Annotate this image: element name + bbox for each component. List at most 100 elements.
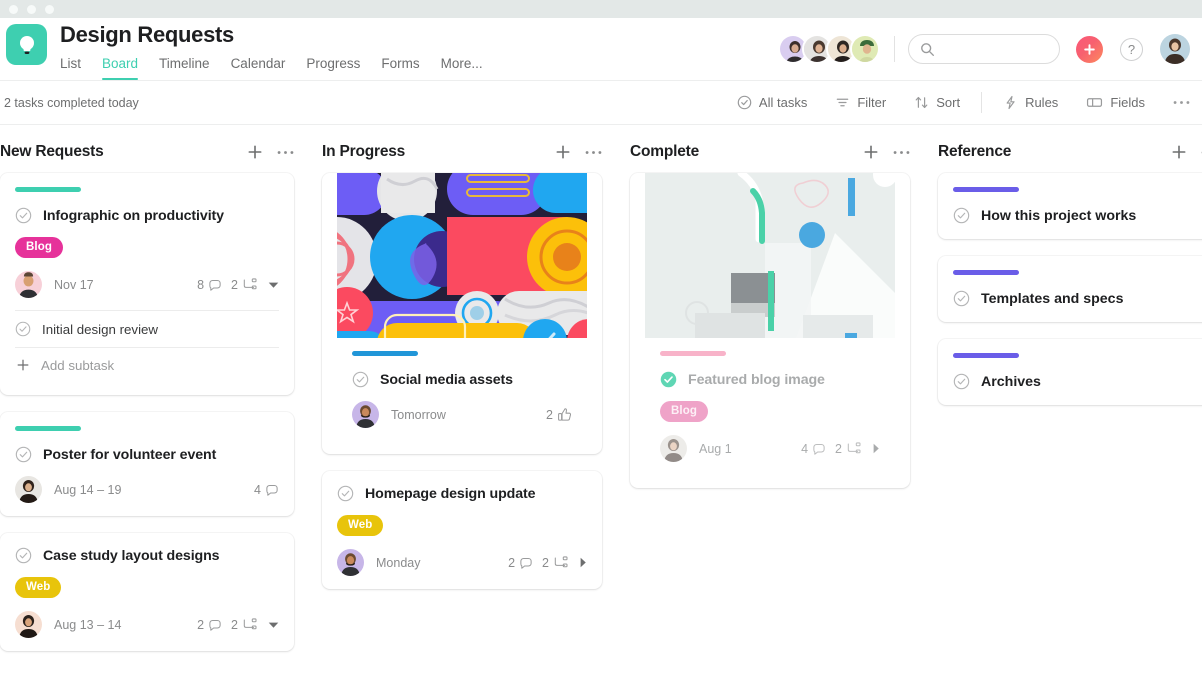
subtask-row[interactable]: Initial design review — [15, 311, 279, 348]
task-tag[interactable]: Blog — [15, 237, 63, 258]
assignee-avatar[interactable] — [15, 271, 42, 298]
sort-icon — [914, 95, 929, 110]
subtask-count[interactable]: 2 — [231, 278, 257, 292]
caret-right-icon[interactable] — [872, 443, 880, 454]
fields-label: Fields — [1110, 95, 1145, 110]
subtask-count[interactable]: 2 — [231, 618, 257, 632]
assignee-avatar[interactable] — [660, 435, 687, 462]
subtask-count[interactable]: 2 — [542, 556, 568, 570]
current-user-avatar[interactable] — [1160, 34, 1190, 64]
help-button[interactable]: ? — [1120, 37, 1143, 61]
task-tag[interactable]: Web — [337, 515, 384, 536]
plus-icon — [15, 358, 30, 372]
subtask-icon — [242, 278, 257, 291]
complete-task-icon[interactable] — [352, 371, 369, 388]
task-title: Infographic on productivity — [43, 207, 224, 224]
rules-label: Rules — [1025, 95, 1059, 110]
window-maximize-dot[interactable] — [45, 4, 54, 14]
assignee-avatar[interactable] — [15, 476, 42, 503]
task-date: Aug 13 – 14 — [54, 617, 122, 632]
task-card[interactable]: Case study layout designs Web Aug 13 – 1… — [0, 533, 294, 651]
task-card[interactable]: Social media assets Tomorrow 2 — [322, 173, 602, 454]
caret-down-icon[interactable] — [268, 281, 279, 289]
comment-icon — [519, 556, 533, 570]
comment-count[interactable]: 4 — [801, 442, 826, 456]
task-tag[interactable]: Web — [15, 577, 62, 598]
page-title: Design Requests — [60, 22, 234, 47]
complete-task-icon[interactable] — [953, 373, 970, 390]
caret-right-icon[interactable] — [579, 557, 587, 568]
project-color-bar — [953, 270, 1019, 275]
add-subtask-row[interactable]: Add subtask — [15, 348, 279, 382]
add-button[interactable] — [1076, 35, 1103, 63]
column-header: New Requests — [0, 125, 294, 173]
column-add-task-button[interactable] — [247, 144, 263, 160]
column-menu-button[interactable] — [893, 150, 910, 155]
sort-button[interactable]: Sort — [906, 90, 968, 115]
search-input[interactable] — [908, 34, 1102, 64]
subtask-count[interactable]: 2 — [835, 442, 861, 456]
task-title: Featured blog image — [688, 371, 825, 388]
column-menu-button[interactable] — [277, 150, 294, 155]
task-card-completed[interactable]: Featured blog image Blog Aug 1 4 2 — [630, 173, 910, 488]
task-card[interactable]: Infographic on productivity Blog Nov 17 … — [0, 173, 294, 395]
task-title: Social media assets — [380, 371, 513, 388]
task-date: Nov 17 — [54, 277, 94, 292]
column-add-task-button[interactable] — [1171, 144, 1187, 160]
thumbsup-icon — [557, 407, 572, 422]
avatar[interactable] — [850, 34, 880, 64]
comment-count[interactable]: 2 — [508, 556, 533, 570]
rules-button[interactable]: Rules — [995, 90, 1066, 115]
column-menu-button[interactable] — [585, 150, 602, 155]
assignee-avatar[interactable] — [337, 549, 364, 576]
task-cover-image — [645, 173, 895, 338]
tab-progress[interactable]: Progress — [306, 53, 360, 80]
task-card[interactable]: Homepage design update Web Monday 2 2 — [322, 471, 602, 589]
column-add-task-button[interactable] — [555, 144, 571, 160]
comment-count[interactable]: 8 — [197, 278, 222, 292]
tab-forms[interactable]: Forms — [381, 53, 419, 80]
sort-label: Sort — [936, 95, 961, 110]
assignee-avatar[interactable] — [15, 611, 42, 638]
tab-more[interactable]: More... — [441, 53, 483, 80]
tab-list[interactable]: List — [60, 53, 81, 80]
toolbar-overflow-button[interactable] — [1165, 95, 1192, 110]
member-avatar-group[interactable] — [778, 34, 880, 64]
complete-task-icon[interactable] — [15, 446, 32, 463]
complete-task-icon[interactable] — [953, 207, 970, 224]
project-logo — [6, 24, 47, 65]
fields-button[interactable]: Fields — [1078, 90, 1153, 115]
column-add-task-button[interactable] — [863, 144, 879, 160]
complete-task-icon[interactable] — [15, 207, 32, 224]
assignee-avatar[interactable] — [352, 401, 379, 428]
all-tasks-button[interactable]: All tasks — [729, 90, 815, 115]
task-tag[interactable]: Blog — [660, 401, 708, 422]
ellipsis-icon — [1173, 100, 1190, 105]
window-close-dot[interactable] — [9, 4, 18, 14]
window-minimize-dot[interactable] — [27, 4, 36, 14]
comment-count[interactable]: 4 — [254, 483, 279, 497]
task-card[interactable]: How this project works — [938, 173, 1202, 239]
search-icon — [920, 42, 935, 57]
filter-button[interactable]: Filter — [827, 90, 894, 115]
column-header: In Progress — [322, 125, 602, 173]
tab-timeline[interactable]: Timeline — [159, 53, 210, 80]
complete-subtask-icon[interactable] — [15, 321, 31, 337]
comment-icon — [812, 442, 826, 456]
complete-task-icon[interactable] — [15, 547, 32, 564]
caret-down-icon[interactable] — [268, 621, 279, 629]
task-card[interactable]: Templates and specs — [938, 256, 1202, 322]
task-meta: Monday 2 2 — [337, 549, 587, 576]
comment-count-value: 8 — [197, 277, 205, 292]
like-count[interactable]: 2 — [546, 407, 572, 422]
tab-board[interactable]: Board — [102, 53, 139, 80]
completed-task-icon[interactable] — [660, 371, 677, 388]
column-title: In Progress — [322, 143, 406, 160]
task-card[interactable]: Poster for volunteer event Aug 14 – 19 4 — [0, 412, 294, 516]
task-card[interactable]: Archives — [938, 339, 1202, 405]
project-color-bar — [352, 351, 418, 356]
complete-task-icon[interactable] — [953, 290, 970, 307]
tab-calendar[interactable]: Calendar — [231, 53, 286, 80]
comment-count[interactable]: 2 — [197, 618, 222, 632]
complete-task-icon[interactable] — [337, 485, 354, 502]
